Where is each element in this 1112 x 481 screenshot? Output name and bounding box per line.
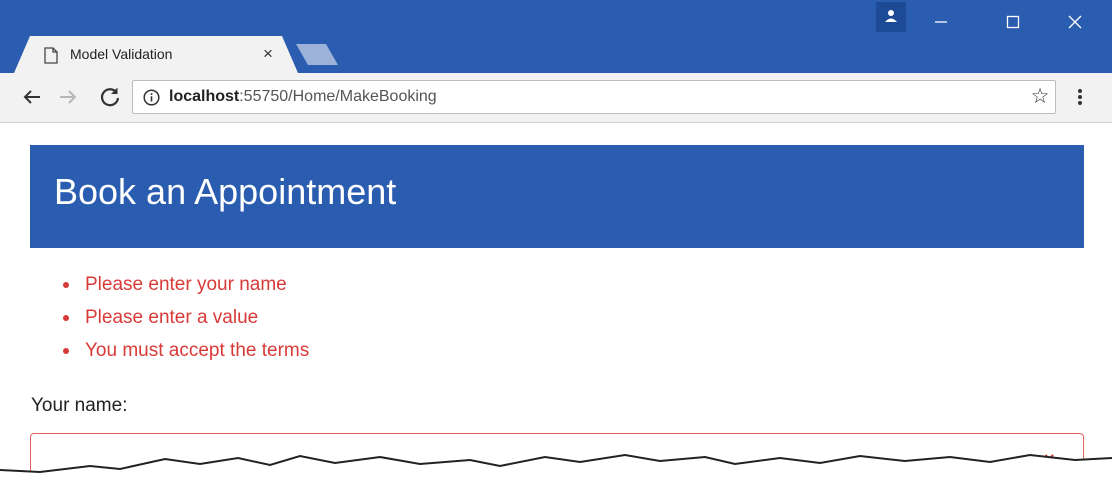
bullet-icon bbox=[63, 348, 69, 354]
validation-error: You must accept the terms bbox=[61, 337, 309, 370]
page-header: Book an Appointment bbox=[30, 145, 1084, 248]
maximize-button[interactable] bbox=[990, 6, 1036, 36]
bullet-icon bbox=[63, 282, 69, 288]
menu-dots-icon bbox=[1078, 89, 1082, 105]
page-title: Book an Appointment bbox=[54, 171, 397, 212]
close-icon bbox=[1068, 15, 1082, 29]
validation-error-text: Please enter your name bbox=[85, 274, 287, 295]
forward-arrow-icon bbox=[60, 90, 77, 104]
tab-close-button[interactable]: × bbox=[256, 42, 280, 66]
reload-icon bbox=[100, 87, 120, 107]
browser-tab[interactable]: Model Validation × bbox=[14, 36, 298, 73]
back-arrow-icon bbox=[23, 90, 40, 104]
profile-icon bbox=[885, 10, 897, 22]
minimize-button[interactable] bbox=[918, 6, 964, 36]
tab-title: Model Validation bbox=[70, 46, 173, 62]
name-field-label: Your name: bbox=[31, 395, 128, 416]
star-icon[interactable]: ☆ bbox=[1027, 84, 1053, 110]
reload-button[interactable] bbox=[96, 83, 124, 111]
browser-title-bar: Model Validation × bbox=[0, 0, 1112, 73]
info-icon bbox=[143, 89, 160, 106]
new-tab-button[interactable] bbox=[296, 44, 338, 65]
url-text: localhost:55750/Home/MakeBooking bbox=[169, 88, 437, 106]
url-path: :55750/Home/MakeBooking bbox=[239, 88, 437, 105]
validation-error: Please enter your name bbox=[61, 271, 309, 304]
minimize-icon bbox=[935, 21, 947, 23]
back-button[interactable] bbox=[18, 83, 46, 111]
close-window-button[interactable] bbox=[1052, 6, 1098, 36]
maximize-icon bbox=[1006, 15, 1020, 29]
forward-button[interactable] bbox=[54, 83, 82, 111]
validation-summary: Please enter your name Please enter a va… bbox=[61, 271, 309, 370]
url-host: localhost bbox=[169, 88, 240, 105]
validation-error: Please enter a value bbox=[61, 304, 309, 337]
validation-error-text: Please enter a value bbox=[85, 307, 259, 328]
browser-toolbar: localhost:55750/Home/MakeBooking ☆ bbox=[0, 73, 1112, 123]
address-bar[interactable]: localhost:55750/Home/MakeBooking ☆ bbox=[132, 80, 1056, 114]
torn-edge-decoration bbox=[0, 453, 1112, 481]
validation-error-text: You must accept the terms bbox=[85, 340, 310, 361]
document-icon bbox=[44, 47, 58, 64]
bullet-icon bbox=[63, 315, 69, 321]
menu-button[interactable] bbox=[1070, 83, 1090, 111]
profile-button[interactable] bbox=[876, 2, 906, 32]
